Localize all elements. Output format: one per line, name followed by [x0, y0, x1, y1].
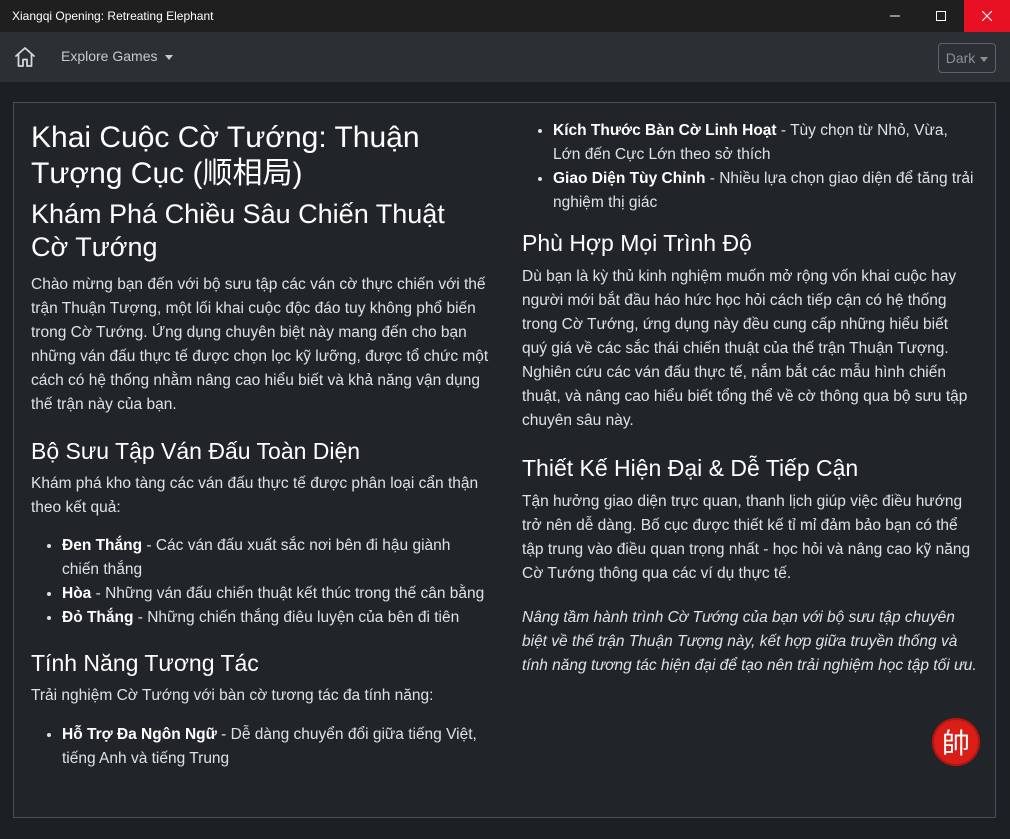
- page-title: Khai Cuộc Cờ Tướng: Thuận Tượng Cục (顺相局…: [31, 121, 420, 190]
- list-item-term: Kích Thước Bàn Cờ Linh Hoạt: [553, 122, 777, 139]
- minimize-icon: [890, 15, 900, 17]
- left-column: Khai Cuộc Cờ Tướng: Thuận Tượng Cục (顺相局…: [31, 103, 489, 771]
- levels-heading: Phù Hợp Mọi Trình Độ: [522, 230, 752, 256]
- right-column: Kích Thước Bàn Cờ Linh Hoạt - Tùy chọn t…: [522, 103, 977, 678]
- theme-dropdown[interactable]: Dark: [938, 43, 996, 73]
- close-icon: [982, 11, 992, 21]
- list-item: Kích Thước Bàn Cờ Linh Hoạt - Tùy chọn t…: [553, 119, 977, 167]
- results-list: Đen Thắng - Các ván đấu xuất sắc nơi bên…: [31, 534, 489, 630]
- theme-label: Dark: [945, 50, 976, 66]
- content-area: Khai Cuộc Cờ Tướng: Thuận Tượng Cục (顺相局…: [0, 82, 1010, 839]
- explore-games-dropdown[interactable]: Explore Games: [61, 48, 174, 64]
- closing-paragraph: Nâng tầm hành trình Cờ Tướng của bạn với…: [522, 609, 977, 674]
- maximize-icon: [936, 11, 946, 21]
- content-card: Khai Cuộc Cờ Tướng: Thuận Tượng Cục (顺相局…: [13, 102, 996, 818]
- levels-paragraph: Dù bạn là kỳ thủ kinh nghiệm muốn mở rộn…: [522, 268, 968, 429]
- design-paragraph: Tận hưởng giao diện trực quan, thanh lịc…: [522, 493, 971, 582]
- title-bar: Xiangqi Opening: Retreating Elephant: [0, 0, 1010, 32]
- list-item-desc: - Những chiến thắng điêu luyện của bên đ…: [133, 609, 460, 626]
- features-paragraph: Trải nghiệm Cờ Tướng với bàn cờ tương tá…: [31, 687, 434, 704]
- list-item: Hỗ Trợ Đa Ngôn Ngữ - Dễ dàng chuyển đổi …: [62, 723, 489, 771]
- maximize-button[interactable]: [918, 0, 964, 32]
- chevron-down-icon: [165, 54, 174, 60]
- list-item: Đen Thắng - Các ván đấu xuất sắc nơi bên…: [62, 534, 489, 582]
- chevron-down-icon: [980, 56, 989, 62]
- home-button[interactable]: [12, 44, 38, 70]
- app-window: Xiangqi Opening: Retreating Elephant Exp…: [0, 0, 1010, 839]
- design-heading: Thiết Kế Hiện Đại & Dễ Tiếp Cận: [522, 455, 859, 481]
- navbar: Explore Games Dark: [0, 32, 1010, 82]
- page-subtitle: Khám Phá Chiều Sâu Chiến Thuật Cờ Tướng: [31, 199, 445, 262]
- list-item: Giao Diện Tùy Chỉnh - Nhiều lựa chọn gia…: [553, 167, 977, 215]
- minimize-button[interactable]: [872, 0, 918, 32]
- xiangqi-general-logo[interactable]: 帥: [932, 718, 980, 766]
- close-button[interactable]: [964, 0, 1010, 32]
- features-list: Hỗ Trợ Đa Ngôn Ngữ - Dễ dàng chuyển đổi …: [31, 723, 489, 771]
- window-controls: [872, 0, 1010, 32]
- features-heading: Tính Năng Tương Tác: [31, 650, 259, 676]
- list-item: Hòa - Những ván đấu chiến thuật kết thúc…: [62, 582, 489, 606]
- list-item-term: Đen Thắng: [62, 537, 143, 554]
- logo-glyph: 帥: [941, 727, 970, 760]
- list-item-term: Đỏ Thắng: [62, 609, 134, 626]
- list-item-term: Hòa: [62, 585, 92, 602]
- list-item: Đỏ Thắng - Những chiến thắng điêu luyện …: [62, 606, 489, 630]
- list-item-desc: - Những ván đấu chiến thuật kết thúc tro…: [91, 585, 485, 602]
- explore-games-label: Explore Games: [61, 48, 158, 64]
- collection-heading: Bộ Sưu Tập Ván Đấu Toàn Diện: [31, 438, 361, 464]
- list-item-term: Hỗ Trợ Đa Ngôn Ngữ: [62, 726, 217, 743]
- intro-paragraph: Chào mừng bạn đến với bộ sưu tập các ván…: [31, 276, 489, 413]
- list-item-term: Giao Diện Tùy Chỉnh: [553, 170, 706, 187]
- home-icon: [15, 47, 35, 67]
- features-list-continued: Kích Thước Bàn Cờ Linh Hoạt - Tùy chọn t…: [522, 119, 977, 215]
- window-title: Xiangqi Opening: Retreating Elephant: [12, 9, 214, 23]
- collection-paragraph: Khám phá kho tàng các ván đấu thực tế đư…: [31, 475, 479, 516]
